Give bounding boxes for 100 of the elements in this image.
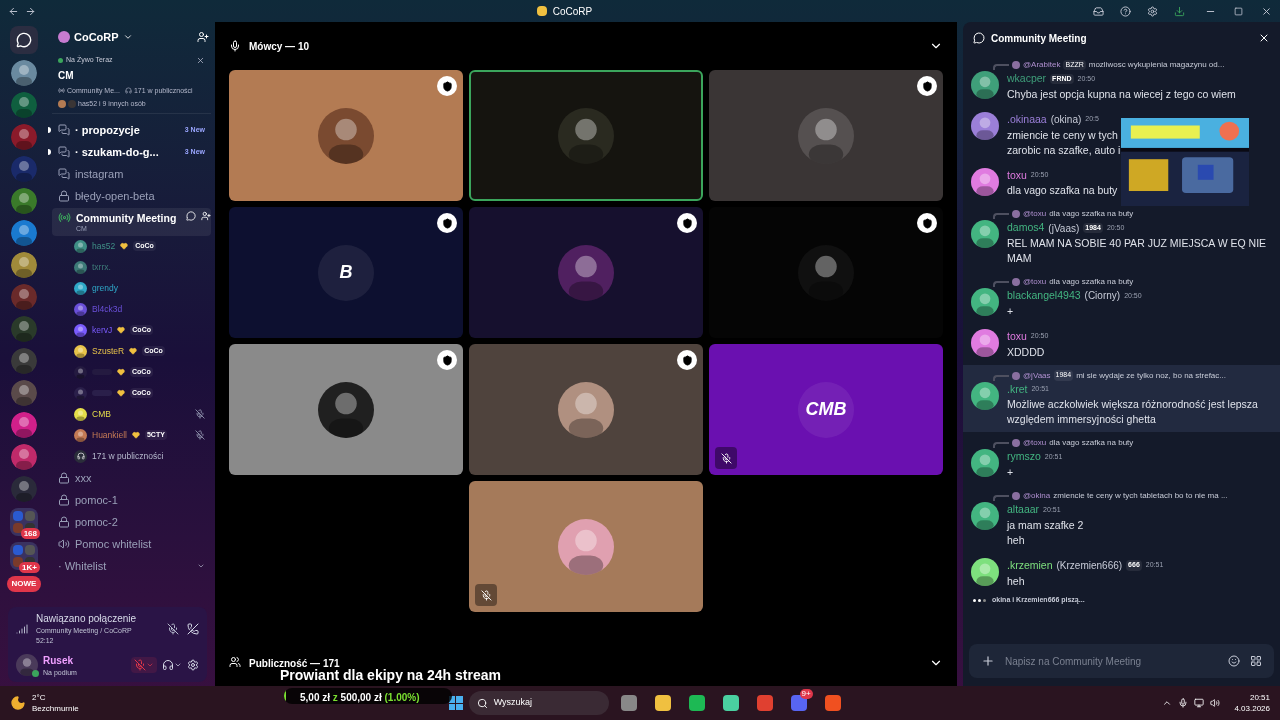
stream-caption: Prowiant dla ekipy na 24h stream (280, 667, 501, 684)
message-text: Możliwe aczkolwiek większa różnorodność jest lepsza względem immersyjności ghetta (1007, 397, 1259, 428)
message-text: zarobic na szafke, auto i (1007, 142, 1121, 158)
channel-item[interactable]: pomoc-2 (52, 511, 211, 533)
back-icon[interactable] (8, 5, 19, 17)
chat-icon[interactable] (186, 210, 197, 221)
avatar (1012, 439, 1020, 448)
member-item[interactable]: grendy (74, 277, 211, 299)
server-icon[interactable] (11, 220, 37, 246)
channel-item[interactable]: xxx (52, 467, 211, 489)
message-author[interactable]: toxu (1007, 167, 1027, 184)
close-icon[interactable] (1258, 32, 1270, 44)
server-icon[interactable] (11, 92, 37, 118)
emoji-icon[interactable] (1228, 655, 1240, 667)
settings-icon[interactable] (187, 659, 199, 672)
disconnect-icon[interactable] (187, 622, 199, 635)
server-icon[interactable] (11, 188, 37, 214)
message-author[interactable]: rymszo (1007, 449, 1041, 465)
headphones-icon (162, 659, 174, 672)
add-icon[interactable] (981, 654, 995, 668)
message-author[interactable]: blackangel4943 (1007, 288, 1081, 304)
avatar (1012, 492, 1020, 500)
server-icon[interactable] (11, 476, 37, 502)
message-author[interactable]: .kret (1007, 381, 1028, 398)
tray-icon[interactable] (1162, 698, 1173, 708)
lock-icon (58, 516, 70, 528)
channel-name: · szukam-do-g... (75, 144, 159, 160)
heart-icon (117, 368, 125, 376)
speakers-heading: Mówcy — 10 (249, 39, 310, 54)
moderator-icon (437, 76, 457, 96)
chevron-icon (197, 562, 205, 570)
moderator-icon (437, 213, 457, 233)
member-name: has52 (92, 239, 116, 253)
server-icon[interactable] (11, 252, 37, 278)
server-icon[interactable] (11, 380, 37, 406)
member-name: CMB (92, 407, 111, 421)
forward-icon[interactable] (25, 5, 36, 17)
server-icon[interactable] (11, 412, 37, 438)
lock-icon (58, 190, 70, 202)
chevron-icon (122, 32, 133, 42)
search-field[interactable]: Wyszukaj (468, 691, 609, 715)
headphones-button[interactable] (162, 659, 182, 672)
message-author[interactable]: toxu (1007, 328, 1027, 345)
message-author[interactable]: altaaar (1007, 502, 1040, 518)
message-author[interactable]: .krzemien (1007, 557, 1053, 574)
message-text: Chyba jest opcja kupna na wiecej z tego co wiem (1007, 86, 1236, 102)
member-item[interactable]: txrrx. (74, 256, 211, 278)
noise-icon[interactable] (167, 622, 179, 635)
server-icon[interactable] (11, 60, 37, 86)
reply-text: zmiencie te ceny w tych tabletach bo to nie ma ... (1053, 490, 1228, 502)
server-icon[interactable] (11, 348, 37, 374)
channel-item[interactable]: pomoc-1 (52, 489, 211, 511)
close-icon[interactable] (1261, 5, 1272, 17)
reply-author: @toxu (1023, 208, 1047, 221)
invite-icon[interactable] (197, 31, 209, 43)
server-icon[interactable] (11, 444, 37, 470)
heart-icon (120, 242, 129, 250)
volume-icon[interactable] (1210, 698, 1221, 708)
heart-icon (131, 431, 140, 439)
unread-badge: 168 (20, 528, 40, 539)
start-icon[interactable] (448, 696, 463, 710)
server-header[interactable]: CoCoRP (48, 22, 215, 52)
home-button[interactable] (10, 26, 38, 54)
headphones-icon (74, 449, 87, 463)
category-header[interactable]: · Whitelist (52, 555, 211, 577)
mic-icon[interactable] (1178, 698, 1189, 708)
moderator-icon (677, 213, 697, 233)
message-text: XDDDD (1007, 344, 1046, 360)
server-folder[interactable]: 168 (10, 508, 38, 536)
message-author[interactable]: damos4 (1007, 220, 1045, 236)
message-author[interactable]: wkacper (1007, 71, 1047, 87)
member-name: kervJ (92, 323, 113, 337)
server-folder[interactable]: 1K+ (10, 542, 38, 570)
audience-heading: Publiczność — 171 (249, 657, 340, 669)
member-item[interactable]: CMB (74, 403, 211, 425)
server-icon[interactable] (11, 156, 37, 182)
server-icon[interactable] (11, 284, 37, 310)
message-input[interactable]: Napisz na Community Meeting (969, 644, 1274, 678)
new-badge[interactable]: NOWE (6, 576, 42, 592)
invite-icon[interactable] (201, 210, 212, 221)
network-icon[interactable] (1194, 698, 1205, 708)
apps-icon[interactable] (1250, 655, 1262, 667)
channel-item[interactable]: instagram (52, 163, 211, 185)
reply-author: @Arabitek (1023, 59, 1061, 71)
server-icon[interactable] (11, 124, 37, 150)
mic-button[interactable] (131, 657, 157, 674)
message-text: REL MAM NA SOBIE 40 PAR JUZ MIEJSCA W EQ NIE MAM (1007, 236, 1268, 266)
download-icon[interactable] (1174, 5, 1185, 17)
help-icon[interactable] (1120, 5, 1131, 17)
maximize-icon[interactable] (1234, 6, 1243, 16)
channel-item[interactable]: błędy-open-beta (52, 185, 211, 207)
message-author[interactable]: .okinaaa (1007, 111, 1047, 128)
channel-item[interactable]: Pomoc whitelist (52, 533, 211, 555)
reply-text: mi sie wydaje ze tylko noz, bo na strefac... (1076, 369, 1226, 382)
reply-author: @jVaas (1023, 369, 1051, 382)
inbox-icon[interactable] (1093, 5, 1104, 17)
moderator-icon (917, 76, 937, 96)
server-icon[interactable] (11, 316, 37, 342)
message-text: dla vago szafka na buty (1007, 183, 1118, 199)
connection-icon (16, 622, 28, 635)
